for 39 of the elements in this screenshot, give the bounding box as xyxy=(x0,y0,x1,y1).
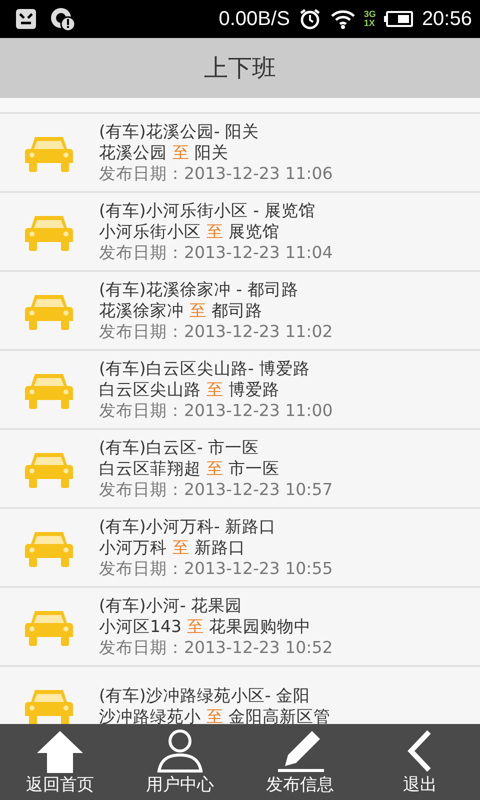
clock-time: 20:56 xyxy=(422,8,472,30)
wifi-icon xyxy=(330,8,356,30)
home-icon xyxy=(35,729,85,773)
network-speed: 0.00B/S xyxy=(218,8,290,30)
publish-date: 发布日期：2013-12-23 10:52 xyxy=(99,637,333,658)
ride-title: (有车)花溪徐家冲 - 都司路 xyxy=(99,279,300,300)
route-text: 小河乐街小区 至 展览馆 xyxy=(99,221,280,242)
battery-icon xyxy=(384,10,414,28)
screen-title: 上下班 xyxy=(204,53,276,84)
nav-button[interactable]: 发布信息 xyxy=(240,724,360,800)
nav-button[interactable]: 用户中心 xyxy=(120,724,240,800)
route-text: 小河万科 至 新路口 xyxy=(99,537,246,558)
ride-title: (有车)白云区尖山路- 博爱路 xyxy=(99,358,312,379)
route-text: 沙冲路绿苑小 至 金阳高新区管 xyxy=(99,706,330,726)
publish-date: 发布日期：2013-12-23 11:04 xyxy=(99,242,333,263)
ride-title: (有车)白云区- 市一医 xyxy=(99,437,260,458)
route-text: 白云区尖山路 至 博爱路 xyxy=(99,379,280,400)
alarm-icon xyxy=(298,7,322,31)
ride-title: (有车)小河万科- 新路口 xyxy=(99,516,278,537)
ride-title: (有车)小河乐街小区 - 展览馆 xyxy=(99,200,316,221)
nav-button[interactable]: 返回首页 xyxy=(0,724,120,800)
publish-date: 发布日期：2013-12-23 11:06 xyxy=(99,163,333,184)
publish-date: 发布日期：2013-12-23 11:00 xyxy=(99,400,333,421)
route-text: 白云区菲翔超 至 市一医 xyxy=(99,458,280,479)
ride-title: (有车)沙冲路绿苑小区- 金阳 xyxy=(99,684,312,706)
ride-title: (有车)花溪公园- 阳关 xyxy=(99,121,260,142)
network-type: 1X xyxy=(364,19,376,28)
publish-date: 发布日期：2013-12-23 10:55 xyxy=(99,558,333,579)
nav-button[interactable]: 退出 xyxy=(360,724,480,800)
route-text: 花溪公园 至 阳关 xyxy=(99,142,230,163)
ride-title: (有车)小河- 花果园 xyxy=(99,595,244,616)
route-text: 小河区143 至 花果园购物中 xyxy=(99,616,312,637)
publish-date: 发布日期：2013-12-23 10:57 xyxy=(99,479,333,500)
alert-icon xyxy=(50,6,76,32)
route-text: 花溪徐家冲 至 都司路 xyxy=(99,300,264,321)
notification-icon xyxy=(14,7,38,31)
user-icon xyxy=(155,729,205,773)
publish-date: 发布日期：2013-12-23 11:02 xyxy=(99,321,333,342)
network-type: 3G xyxy=(364,10,376,19)
